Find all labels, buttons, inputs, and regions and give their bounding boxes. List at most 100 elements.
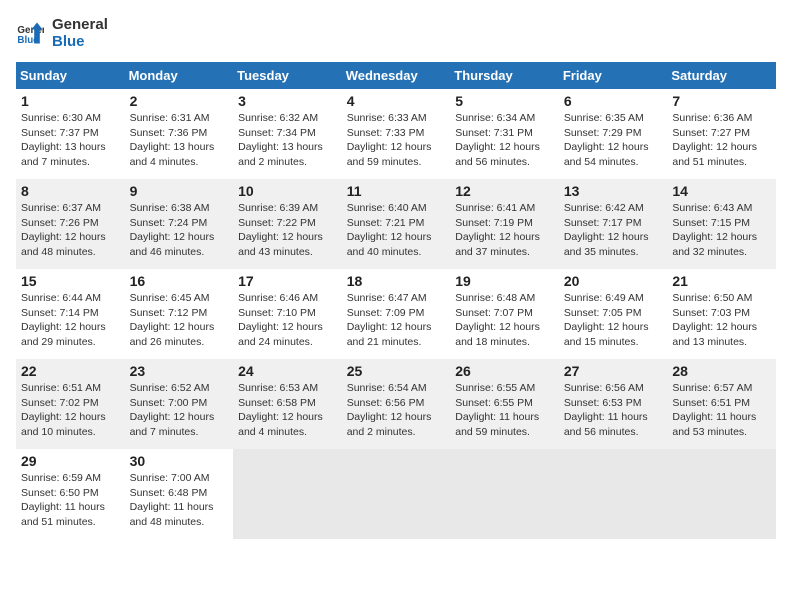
day-number: 19 [455,273,554,289]
calendar-cell: 3 Sunrise: 6:32 AMSunset: 7:34 PMDayligh… [233,89,342,179]
day-info: Sunrise: 6:39 AMSunset: 7:22 PMDaylight:… [238,201,337,260]
calendar-cell: 6 Sunrise: 6:35 AMSunset: 7:29 PMDayligh… [559,89,668,179]
day-number: 3 [238,93,337,109]
day-number: 29 [21,453,120,469]
week-row-1: 1 Sunrise: 6:30 AMSunset: 7:37 PMDayligh… [16,89,776,179]
page-header: General Blue General Blue [16,16,776,50]
day-info: Sunrise: 6:57 AMSunset: 6:51 PMDaylight:… [672,381,771,440]
header-saturday: Saturday [667,62,776,89]
day-info: Sunrise: 6:45 AMSunset: 7:12 PMDaylight:… [130,291,229,350]
calendar-cell: 22 Sunrise: 6:51 AMSunset: 7:02 PMDaylig… [16,359,125,449]
calendar-cell: 15 Sunrise: 6:44 AMSunset: 7:14 PMDaylig… [16,269,125,359]
day-info: Sunrise: 6:46 AMSunset: 7:10 PMDaylight:… [238,291,337,350]
calendar-cell: 24 Sunrise: 6:53 AMSunset: 6:58 PMDaylig… [233,359,342,449]
week-row-2: 8 Sunrise: 6:37 AMSunset: 7:26 PMDayligh… [16,179,776,269]
calendar-cell [559,449,668,539]
calendar-cell: 11 Sunrise: 6:40 AMSunset: 7:21 PMDaylig… [342,179,451,269]
day-number: 13 [564,183,663,199]
calendar-cell: 5 Sunrise: 6:34 AMSunset: 7:31 PMDayligh… [450,89,559,179]
week-row-4: 22 Sunrise: 6:51 AMSunset: 7:02 PMDaylig… [16,359,776,449]
calendar-cell [342,449,451,539]
day-info: Sunrise: 6:51 AMSunset: 7:02 PMDaylight:… [21,381,120,440]
day-info: Sunrise: 6:32 AMSunset: 7:34 PMDaylight:… [238,111,337,170]
day-number: 2 [130,93,229,109]
calendar-cell: 28 Sunrise: 6:57 AMSunset: 6:51 PMDaylig… [667,359,776,449]
day-number: 10 [238,183,337,199]
day-info: Sunrise: 6:40 AMSunset: 7:21 PMDaylight:… [347,201,446,260]
day-info: Sunrise: 6:47 AMSunset: 7:09 PMDaylight:… [347,291,446,350]
day-number: 27 [564,363,663,379]
calendar-cell: 19 Sunrise: 6:48 AMSunset: 7:07 PMDaylig… [450,269,559,359]
day-number: 21 [672,273,771,289]
day-number: 14 [672,183,771,199]
day-number: 7 [672,93,771,109]
day-number: 18 [347,273,446,289]
header-wednesday: Wednesday [342,62,451,89]
day-info: Sunrise: 6:38 AMSunset: 7:24 PMDaylight:… [130,201,229,260]
day-number: 6 [564,93,663,109]
calendar-cell: 18 Sunrise: 6:47 AMSunset: 7:09 PMDaylig… [342,269,451,359]
day-info: Sunrise: 6:50 AMSunset: 7:03 PMDaylight:… [672,291,771,350]
calendar-cell: 2 Sunrise: 6:31 AMSunset: 7:36 PMDayligh… [125,89,234,179]
calendar-cell: 21 Sunrise: 6:50 AMSunset: 7:03 PMDaylig… [667,269,776,359]
calendar-cell: 14 Sunrise: 6:43 AMSunset: 7:15 PMDaylig… [667,179,776,269]
calendar-cell [450,449,559,539]
day-info: Sunrise: 6:42 AMSunset: 7:17 PMDaylight:… [564,201,663,260]
day-info: Sunrise: 6:33 AMSunset: 7:33 PMDaylight:… [347,111,446,170]
day-number: 4 [347,93,446,109]
calendar-cell: 13 Sunrise: 6:42 AMSunset: 7:17 PMDaylig… [559,179,668,269]
day-info: Sunrise: 6:35 AMSunset: 7:29 PMDaylight:… [564,111,663,170]
week-row-3: 15 Sunrise: 6:44 AMSunset: 7:14 PMDaylig… [16,269,776,359]
day-info: Sunrise: 6:36 AMSunset: 7:27 PMDaylight:… [672,111,771,170]
day-number: 8 [21,183,120,199]
logo-text-blue: Blue [52,33,108,50]
day-info: Sunrise: 7:00 AMSunset: 6:48 PMDaylight:… [130,471,229,530]
day-info: Sunrise: 6:54 AMSunset: 6:56 PMDaylight:… [347,381,446,440]
day-info: Sunrise: 6:43 AMSunset: 7:15 PMDaylight:… [672,201,771,260]
calendar-cell: 8 Sunrise: 6:37 AMSunset: 7:26 PMDayligh… [16,179,125,269]
day-info: Sunrise: 6:30 AMSunset: 7:37 PMDaylight:… [21,111,120,170]
header-thursday: Thursday [450,62,559,89]
day-info: Sunrise: 6:41 AMSunset: 7:19 PMDaylight:… [455,201,554,260]
week-row-5: 29 Sunrise: 6:59 AMSunset: 6:50 PMDaylig… [16,449,776,539]
calendar-cell: 20 Sunrise: 6:49 AMSunset: 7:05 PMDaylig… [559,269,668,359]
day-info: Sunrise: 6:49 AMSunset: 7:05 PMDaylight:… [564,291,663,350]
calendar-cell: 4 Sunrise: 6:33 AMSunset: 7:33 PMDayligh… [342,89,451,179]
calendar-cell: 17 Sunrise: 6:46 AMSunset: 7:10 PMDaylig… [233,269,342,359]
calendar-cell: 10 Sunrise: 6:39 AMSunset: 7:22 PMDaylig… [233,179,342,269]
calendar-cell: 30 Sunrise: 7:00 AMSunset: 6:48 PMDaylig… [125,449,234,539]
day-number: 5 [455,93,554,109]
calendar-cell: 26 Sunrise: 6:55 AMSunset: 6:55 PMDaylig… [450,359,559,449]
day-number: 1 [21,93,120,109]
day-number: 22 [21,363,120,379]
day-number: 24 [238,363,337,379]
day-info: Sunrise: 6:52 AMSunset: 7:00 PMDaylight:… [130,381,229,440]
calendar-cell: 1 Sunrise: 6:30 AMSunset: 7:37 PMDayligh… [16,89,125,179]
day-info: Sunrise: 6:48 AMSunset: 7:07 PMDaylight:… [455,291,554,350]
header-monday: Monday [125,62,234,89]
day-number: 9 [130,183,229,199]
day-number: 28 [672,363,771,379]
calendar-cell [667,449,776,539]
day-number: 25 [347,363,446,379]
day-info: Sunrise: 6:53 AMSunset: 6:58 PMDaylight:… [238,381,337,440]
day-info: Sunrise: 6:31 AMSunset: 7:36 PMDaylight:… [130,111,229,170]
calendar-cell: 23 Sunrise: 6:52 AMSunset: 7:00 PMDaylig… [125,359,234,449]
calendar-cell: 25 Sunrise: 6:54 AMSunset: 6:56 PMDaylig… [342,359,451,449]
day-number: 20 [564,273,663,289]
day-number: 16 [130,273,229,289]
calendar-table: Sunday Monday Tuesday Wednesday Thursday… [16,62,776,539]
day-info: Sunrise: 6:56 AMSunset: 6:53 PMDaylight:… [564,381,663,440]
logo-icon: General Blue [16,19,44,47]
day-number: 23 [130,363,229,379]
calendar-cell: 16 Sunrise: 6:45 AMSunset: 7:12 PMDaylig… [125,269,234,359]
day-number: 15 [21,273,120,289]
calendar-cell: 7 Sunrise: 6:36 AMSunset: 7:27 PMDayligh… [667,89,776,179]
day-number: 30 [130,453,229,469]
day-info: Sunrise: 6:59 AMSunset: 6:50 PMDaylight:… [21,471,120,530]
day-number: 12 [455,183,554,199]
day-info: Sunrise: 6:34 AMSunset: 7:31 PMDaylight:… [455,111,554,170]
logo: General Blue General Blue [16,16,108,50]
day-number: 26 [455,363,554,379]
day-number: 17 [238,273,337,289]
